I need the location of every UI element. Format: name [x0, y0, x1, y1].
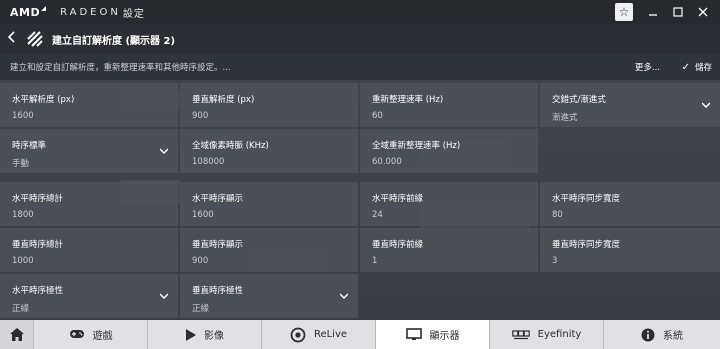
field-value: 1	[372, 256, 378, 266]
field-label: 垂直解析度 (px)	[192, 95, 255, 105]
field-value: 正緣	[12, 304, 30, 314]
nav-item-video[interactable]: 影像	[148, 320, 262, 349]
radeon-wordmark: RADEON	[60, 6, 121, 18]
field-label: 全域重新整理速率 (Hz)	[372, 141, 461, 151]
field-value: 3	[552, 256, 558, 266]
close-icon	[698, 7, 708, 17]
field-value: 1000	[12, 256, 34, 266]
minimize-button[interactable]	[642, 2, 664, 22]
nav-label: ReLive	[313, 329, 348, 340]
field-value: 漸進式	[552, 113, 578, 123]
field-label: 垂直時序總計	[12, 240, 64, 250]
field-value: 1800	[12, 210, 34, 220]
window-controls: ☆	[612, 0, 714, 24]
close-button[interactable]	[692, 2, 714, 22]
nav-label: Eyefinity	[537, 329, 582, 340]
v-polarity-dropdown[interactable]: 垂直時序極性 正緣	[180, 274, 358, 318]
field-label: 水平時序同步寬度	[552, 194, 621, 204]
minimize-icon	[649, 14, 657, 16]
v-front-porch-field[interactable]: 垂直時序前緣 1	[360, 228, 538, 272]
maximize-icon	[673, 7, 683, 17]
chevron-down-icon	[702, 102, 710, 108]
page-subheader: 建立和設定自訂解析度，重新整理速率和其他時序設定。... 更多... ✓ 儲存	[0, 54, 720, 80]
save-button[interactable]: ✓ 儲存	[681, 61, 712, 74]
h-polarity-dropdown[interactable]: 水平時序極性 正緣	[0, 274, 178, 318]
page-title: 建立自訂解析度 (顯示器 2)	[52, 35, 176, 47]
nav-item-gaming[interactable]: 遊戲	[34, 320, 148, 349]
monitor-icon	[405, 328, 422, 340]
home-button[interactable]	[0, 320, 34, 349]
nav-item-eyefinity[interactable]: Eyefinity	[490, 320, 604, 349]
maximize-button[interactable]	[667, 2, 689, 22]
save-label: 儲存	[694, 63, 712, 73]
field-label: 垂直時序顯示	[192, 240, 244, 250]
h-resolution-field[interactable]: 水平解析度 (px) 1600	[0, 83, 178, 127]
chevron-down-icon	[160, 148, 168, 154]
page-header: 建立自訂解析度 (顯示器 2)	[0, 24, 720, 54]
nav-item-relive[interactable]: ReLive	[262, 320, 376, 349]
scan-type-dropdown[interactable]: 交錯式/漸進式 漸進式	[540, 83, 720, 127]
h-display-field[interactable]: 水平時序顯示 1600	[180, 182, 358, 226]
field-label: 垂直時序前緣	[372, 240, 424, 250]
app-title: 設定	[122, 8, 145, 20]
field-value: 80	[552, 210, 563, 220]
field-value: 900	[192, 111, 209, 121]
field-label: 時序標準	[12, 141, 47, 151]
favorite-star-icon[interactable]: ☆	[615, 3, 633, 21]
field-label: 全域像素時脈 (KHz)	[192, 141, 269, 151]
eyefinity-icon	[511, 329, 530, 339]
field-value: 1600	[192, 210, 214, 220]
field-label: 水平時序前緣	[372, 194, 424, 204]
nav-label: 遊戲	[92, 331, 113, 342]
nav-item-display[interactable]: 顯示器	[376, 320, 490, 349]
field-label: 重新整理速率 (Hz)	[372, 95, 444, 105]
checkmark-icon: ✓	[681, 61, 690, 73]
nav-label: 顯示器	[429, 331, 460, 342]
timing-standard-dropdown[interactable]: 時序標準 手動	[0, 129, 178, 173]
v-display-field[interactable]: 垂直時序顯示 900	[180, 228, 358, 272]
bottom-nav: 遊戲 影像 ReLive 顯示器 Eyefinity 系統	[0, 320, 720, 349]
window-titlebar: AMD RADEON 設定 ☆	[0, 0, 720, 24]
info-icon	[641, 328, 655, 341]
field-label: 水平時序總計	[12, 194, 64, 204]
v-sync-width-field[interactable]: 垂直時序同步寬度 3	[540, 228, 720, 272]
field-label: 水平解析度 (px)	[12, 95, 75, 105]
field-label: 垂直時序極性	[192, 286, 244, 296]
field-value: 900	[192, 256, 209, 266]
v-resolution-field[interactable]: 垂直解析度 (px) 900	[180, 83, 358, 127]
pixel-clock-field[interactable]: 全域像素時脈 (KHz) 108000	[180, 129, 358, 173]
nav-item-system[interactable]: 系統	[604, 320, 720, 349]
nav-label: 影像	[204, 331, 224, 342]
gamepad-icon	[69, 330, 84, 338]
field-value: 24	[372, 210, 383, 220]
chevron-down-icon	[340, 293, 348, 299]
global-refresh-field[interactable]: 全域重新整理速率 (Hz) 60.000	[360, 129, 538, 173]
back-arrow-icon	[7, 31, 15, 43]
field-value: 60.000	[372, 157, 402, 167]
refresh-rate-field[interactable]: 重新整理速率 (Hz) 60	[360, 83, 538, 127]
h-sync-width-field[interactable]: 水平時序同步寬度 80	[540, 182, 720, 226]
field-label: 水平時序極性	[12, 286, 64, 296]
h-total-field[interactable]: 水平時序總計 1800	[0, 182, 178, 226]
back-button[interactable]	[7, 31, 18, 47]
nav-label: 系統	[663, 331, 683, 342]
home-icon	[9, 328, 24, 341]
h-front-porch-field[interactable]: 水平時序前緣 24	[360, 182, 538, 226]
v-total-field[interactable]: 垂直時序總計 1000	[0, 228, 178, 272]
custom-resolution-icon	[26, 30, 44, 48]
play-icon	[186, 328, 196, 341]
field-value: 60	[372, 111, 383, 121]
field-label: 水平時序顯示	[192, 194, 244, 204]
relive-icon	[290, 327, 306, 342]
page-description: 建立和設定自訂解析度，重新整理速率和其他時序設定。...	[10, 63, 231, 73]
field-value: 正緣	[192, 304, 210, 314]
field-label: 交錯式/漸進式	[552, 95, 606, 105]
field-value: 手動	[12, 159, 30, 169]
chevron-down-icon	[160, 293, 168, 299]
field-value: 108000	[192, 157, 225, 167]
amd-logo: AMD	[10, 5, 47, 19]
more-link[interactable]: 更多...	[635, 61, 660, 73]
field-value: 1600	[12, 111, 34, 121]
field-label: 垂直時序同步寬度	[552, 240, 621, 250]
